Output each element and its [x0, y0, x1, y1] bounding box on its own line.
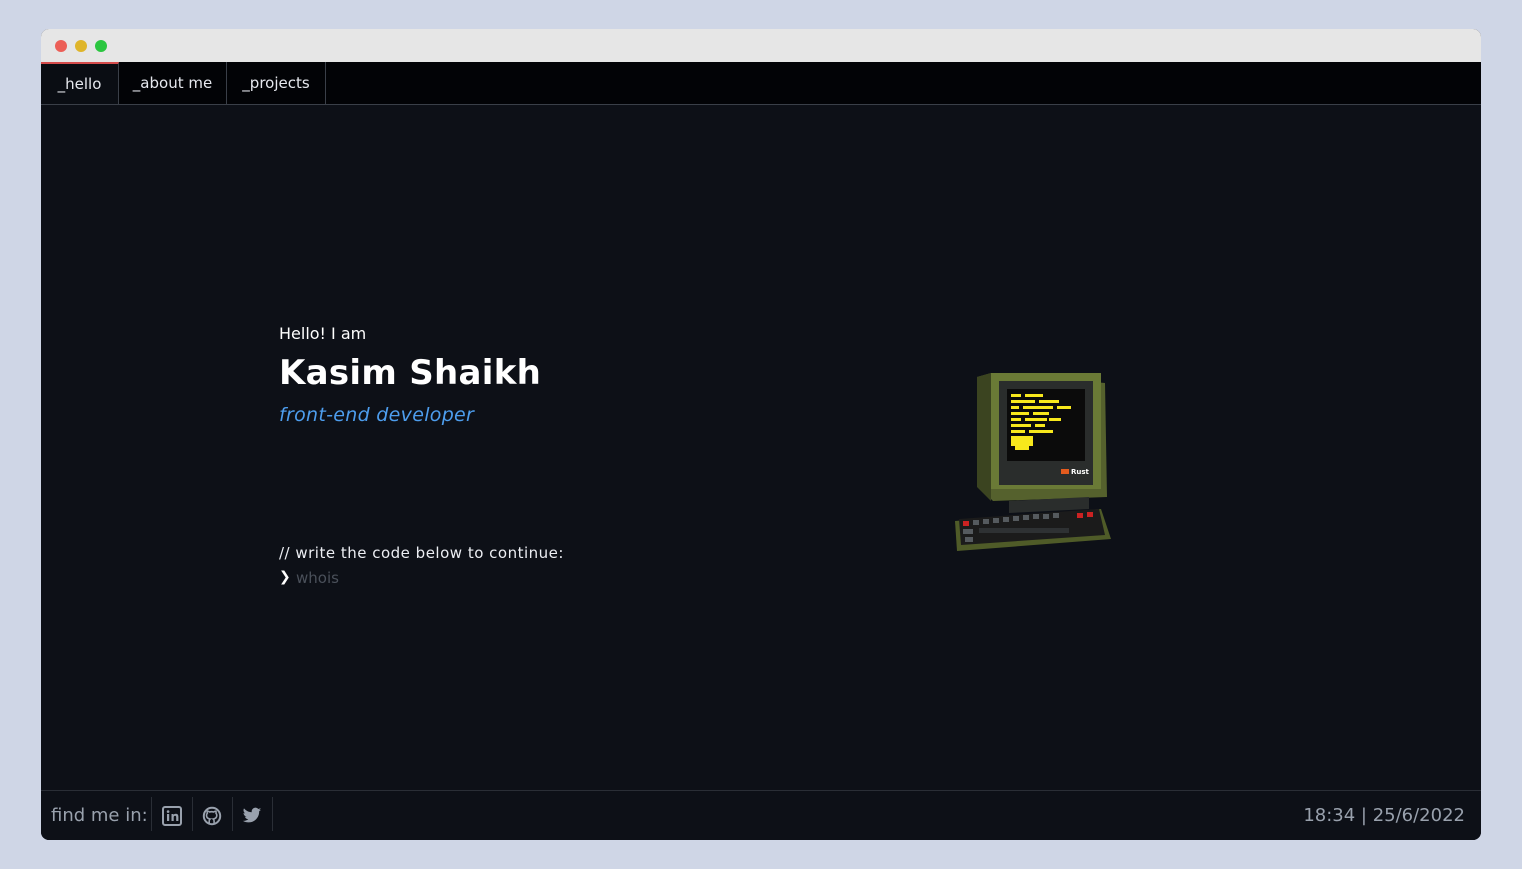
close-window-button[interactable] — [55, 40, 67, 52]
command-input[interactable] — [296, 567, 556, 589]
footer-divider — [192, 797, 193, 831]
app-window: _hello _about me _projects Hello! I am K… — [41, 29, 1481, 840]
top-nav: _hello _about me _projects — [41, 62, 1481, 105]
footer-divider — [272, 797, 273, 831]
linkedin-icon[interactable] — [161, 805, 183, 827]
minimize-window-button[interactable] — [75, 40, 87, 52]
tab-hello[interactable]: _hello — [41, 62, 119, 104]
tab-projects[interactable]: _projects — [227, 62, 326, 104]
screen-brand-text: Rust — [1071, 468, 1090, 476]
footer-divider — [151, 797, 152, 831]
github-icon[interactable] — [201, 805, 223, 827]
code-comment: // write the code below to continue: — [279, 544, 564, 562]
hero-name: Kasim Shaikh — [279, 353, 542, 393]
tab-about-me[interactable]: _about me — [119, 62, 227, 104]
footer-divider — [232, 797, 233, 831]
find-me-label: find me in: — [51, 805, 148, 826]
window-titlebar — [41, 29, 1481, 62]
twitter-icon[interactable] — [241, 805, 263, 827]
footer: find me in: 18:34 | 25/6/2022 — [41, 790, 1481, 840]
maximize-window-button[interactable] — [95, 40, 107, 52]
retro-computer-icon: Rust — [955, 373, 1111, 551]
footer-datetime: 18:34 | 25/6/2022 — [1303, 805, 1465, 826]
hero-role: front-end developer — [279, 404, 475, 426]
prompt-chevron-icon: ❯ — [279, 569, 291, 585]
hero-greeting: Hello! I am — [279, 324, 367, 343]
